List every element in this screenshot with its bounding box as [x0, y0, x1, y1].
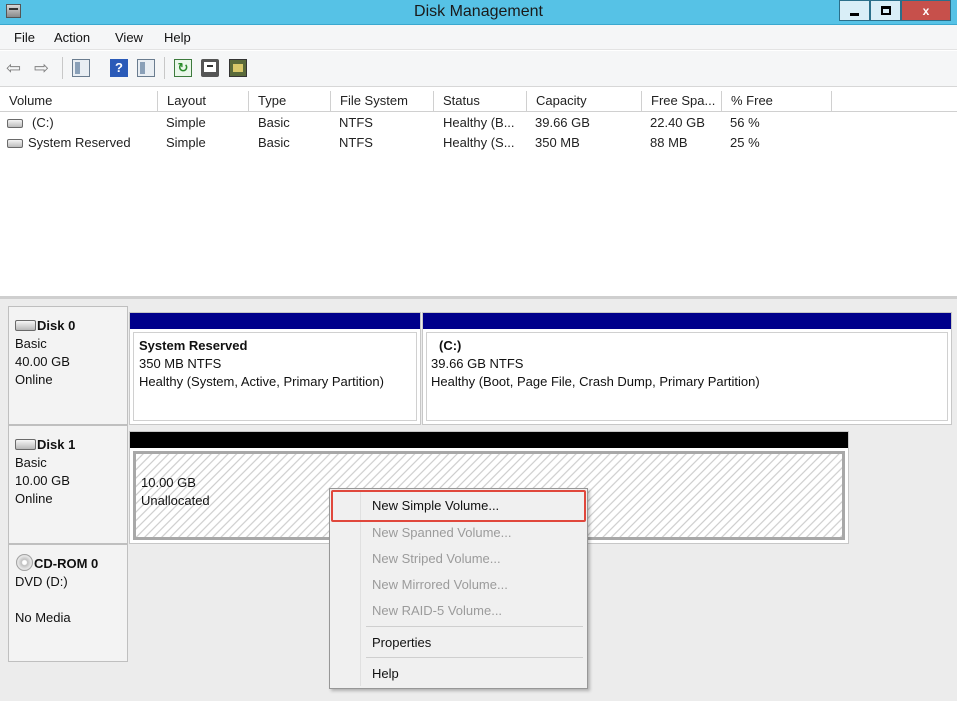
- partition-size: 350 MB NTFS: [139, 356, 222, 371]
- volume-type: Basic: [258, 115, 290, 130]
- menu-item-new-spanned-volume: New Spanned Volume...: [372, 525, 512, 540]
- column-header-capacity[interactable]: Capacity: [527, 91, 642, 112]
- cd-drive-icon: [16, 554, 33, 571]
- volume-status: Healthy (S...: [443, 135, 515, 150]
- properties-icon[interactable]: [201, 59, 219, 77]
- help-icon[interactable]: ?: [110, 59, 128, 77]
- toolbar-separator: [164, 57, 165, 79]
- primary-partition-bar: [130, 313, 420, 329]
- menu-view[interactable]: View: [115, 30, 143, 45]
- hard-disk-icon: [15, 439, 36, 450]
- disk-status: No Media: [15, 610, 71, 625]
- toolbar-separator: [62, 57, 63, 79]
- window-title: Disk Management: [414, 3, 543, 20]
- menu-item-new-mirrored-volume: New Mirrored Volume...: [372, 577, 508, 592]
- menu-item-properties[interactable]: Properties: [372, 635, 431, 650]
- close-button[interactable]: x: [901, 0, 951, 21]
- unallocated-status: Unallocated: [141, 493, 210, 508]
- refresh-icon[interactable]: ↻: [174, 59, 192, 77]
- disk-size: 40.00 GB: [15, 354, 70, 369]
- column-header-percent-free[interactable]: % Free: [722, 91, 832, 112]
- volume-file-system: NTFS: [339, 135, 373, 150]
- volume-layout: Simple: [166, 135, 206, 150]
- partition-body: System Reserved 350 MB NTFS Healthy (Sys…: [133, 332, 417, 421]
- back-arrow-icon[interactable]: ⇦: [6, 59, 24, 77]
- cdrom-0-label[interactable]: CD-ROM 0 DVD (D:) No Media: [8, 544, 128, 662]
- partition-status: Healthy (System, Active, Primary Partiti…: [139, 374, 384, 389]
- column-header-empty: [832, 91, 957, 112]
- volume-percent-free: 56 %: [730, 115, 760, 130]
- partition-system-reserved[interactable]: System Reserved 350 MB NTFS Healthy (Sys…: [129, 312, 421, 425]
- volume-capacity: 39.66 GB: [535, 115, 590, 130]
- menu-item-new-raid5-volume: New RAID-5 Volume...: [372, 603, 503, 618]
- close-icon: x: [922, 3, 930, 18]
- menu-file[interactable]: File: [14, 30, 35, 45]
- forward-arrow-icon[interactable]: ⇨: [34, 59, 52, 77]
- disk-type: Basic: [15, 336, 47, 351]
- menu-help[interactable]: Help: [164, 30, 191, 45]
- partition-name: System Reserved: [139, 338, 248, 353]
- disk-0-label[interactable]: Disk 0 Basic 40.00 GB Online: [8, 306, 128, 425]
- context-menu: New Simple Volume... New Spanned Volume.…: [329, 488, 588, 689]
- volume-list: Volume Layout Type File System Status Ca…: [0, 88, 957, 296]
- partition-status: Healthy (Boot, Page File, Crash Dump, Pr…: [431, 374, 760, 389]
- menu-item-new-simple-volume[interactable]: New Simple Volume...: [372, 498, 499, 513]
- partition-body: (C:) 39.66 GB NTFS Healthy (Boot, Page F…: [426, 332, 948, 421]
- column-header-type[interactable]: Type: [249, 91, 331, 112]
- drive-icon: [7, 119, 23, 128]
- disk-name: Disk 1: [37, 437, 76, 452]
- maximize-button[interactable]: [870, 0, 901, 21]
- title-bar: Disk Management x: [0, 0, 957, 25]
- primary-partition-bar: [423, 313, 951, 329]
- column-header-file-system[interactable]: File System: [331, 91, 434, 112]
- volume-percent-free: 25 %: [730, 135, 760, 150]
- column-header-layout[interactable]: Layout: [158, 91, 249, 112]
- toolbar: ⇦ ⇨ ? ↻: [0, 51, 957, 87]
- disk-status: Online: [15, 491, 53, 506]
- menu-item-new-striped-volume: New Striped Volume...: [372, 551, 501, 566]
- volume-name: System Reserved: [28, 135, 131, 150]
- volume-file-system: NTFS: [339, 115, 373, 130]
- disk-type: Basic: [15, 455, 47, 470]
- console-panel-icon[interactable]: [137, 59, 155, 77]
- partition-name: (C:): [439, 338, 462, 353]
- unallocated-bar: [130, 432, 848, 448]
- disk-management-icon[interactable]: [229, 59, 247, 77]
- menu-action[interactable]: Action: [54, 30, 90, 45]
- disk-name: CD-ROM 0: [34, 556, 99, 571]
- column-header-free-space[interactable]: Free Spa...: [642, 91, 722, 112]
- hard-disk-icon: [15, 320, 36, 331]
- volume-capacity: 350 MB: [535, 135, 580, 150]
- column-header-status[interactable]: Status: [434, 91, 527, 112]
- disk-name: Disk 0: [37, 318, 76, 333]
- volume-status: Healthy (B...: [443, 115, 515, 130]
- menu-gutter: [360, 491, 361, 686]
- partition-size: 39.66 GB NTFS: [431, 356, 524, 371]
- minimize-icon: [850, 13, 859, 16]
- disk-1-label[interactable]: Disk 1 Basic 10.00 GB Online: [8, 425, 128, 544]
- disk-type: DVD (D:): [15, 574, 68, 589]
- menu-separator: [366, 626, 583, 627]
- volume-layout: Simple: [166, 115, 206, 130]
- partition-c-drive[interactable]: (C:) 39.66 GB NTFS Healthy (Boot, Page F…: [422, 312, 952, 425]
- minimize-button[interactable]: [839, 0, 870, 21]
- volume-free-space: 22.40 GB: [650, 115, 705, 130]
- volume-type: Basic: [258, 135, 290, 150]
- unallocated-size: 10.00 GB: [141, 475, 196, 490]
- show-hide-console-tree-icon[interactable]: [72, 59, 90, 77]
- column-header-volume[interactable]: Volume: [0, 91, 158, 112]
- disk-status: Online: [15, 372, 53, 387]
- volume-free-space: 88 MB: [650, 135, 688, 150]
- menu-bar: File Action View Help: [0, 25, 957, 50]
- volume-name: (C:): [32, 115, 54, 130]
- menu-separator: [366, 657, 583, 658]
- disk-size: 10.00 GB: [15, 473, 70, 488]
- drive-icon: [7, 139, 23, 148]
- menu-item-help[interactable]: Help: [372, 666, 399, 681]
- maximize-icon: [880, 6, 891, 15]
